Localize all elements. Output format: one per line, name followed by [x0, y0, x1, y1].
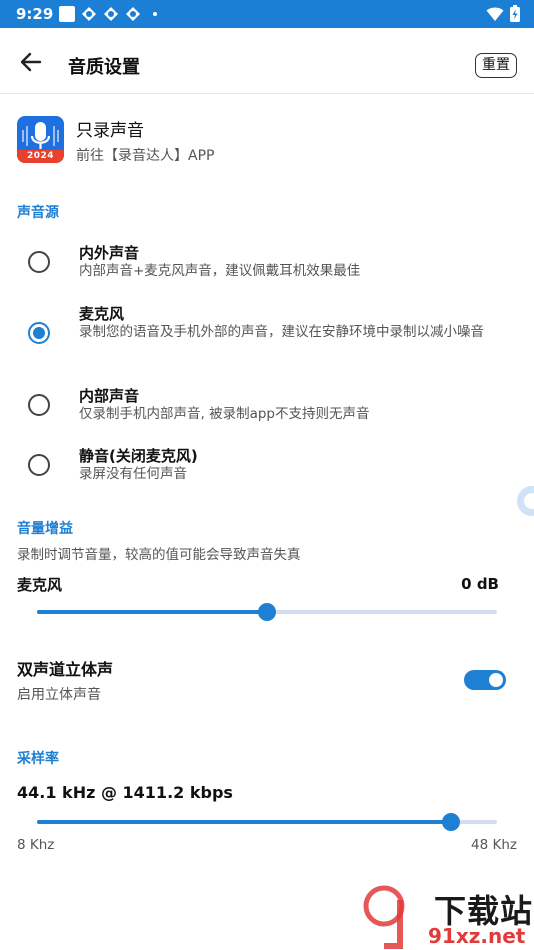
battery-icon: [510, 5, 520, 22]
notification-app-icon: [104, 7, 118, 21]
source-option-desc: 录屏没有任何声音: [79, 466, 187, 482]
back-arrow-icon[interactable]: [16, 50, 46, 74]
watermark-logo-icon: [363, 885, 405, 949]
more-notifications-dot-icon: [153, 12, 157, 16]
source-option-desc: 仅录制手机内部声音, 被录制app不支持则无声音: [79, 406, 370, 422]
sample-rate-heading: 采样率: [17, 751, 59, 767]
toggle-knob: [489, 673, 503, 687]
source-radio[interactable]: [28, 251, 50, 273]
source-option-title: 内外声音: [79, 244, 140, 262]
source-option-desc: 内部声音+麦克风声音，建议佩戴耳机效果最佳: [79, 263, 361, 279]
site-watermark: 下载站 91xz.net: [362, 880, 534, 950]
notification-app-icon: [126, 7, 140, 21]
page-title: 音质设置: [68, 57, 140, 78]
notification-app-icon: [82, 7, 96, 21]
sample-rate-max-label: 48 Khz: [471, 837, 517, 853]
source-option-title: 静音(关闭麦克风): [79, 447, 198, 465]
promo-banner[interactable]: 2024 只录声音 前往【录音达人】APP: [0, 110, 534, 170]
mic-gain-label: 麦克风: [17, 576, 63, 594]
source-option-desc: 录制您的语音及手机外部的声音，建议在安静环境中录制以减小噪音: [79, 324, 484, 340]
slider-fill: [37, 610, 267, 614]
source-option-title: 内部声音: [79, 387, 140, 405]
promo-subtitle: 前往【录音达人】APP: [76, 148, 215, 164]
volume-gain-heading: 音量增益: [17, 521, 73, 537]
mic-gain-value: 0 dB: [461, 575, 499, 593]
reset-button[interactable]: 重置: [475, 53, 517, 78]
sample-rate-value: 44.1 kHz @ 1411.2 kbps: [17, 783, 233, 802]
stereo-title: 双声道立体声: [17, 660, 114, 679]
app-bar: 音质设置 重置: [0, 28, 534, 94]
notification-square-icon: [59, 6, 75, 22]
source-radio[interactable]: [28, 394, 50, 416]
status-time: 9:29: [16, 5, 54, 23]
stereo-subtitle: 启用立体声音: [17, 687, 101, 703]
sample-rate-slider[interactable]: [37, 813, 497, 831]
logo-year-text: 2024: [26, 151, 55, 161]
notification-icons: [59, 6, 157, 22]
source-radio[interactable]: [28, 454, 50, 476]
volume-gain-desc: 录制时调节音量，较高的值可能会导致声音失真: [17, 547, 301, 563]
slider-fill: [37, 820, 451, 824]
slider-thumb[interactable]: [442, 813, 460, 831]
wifi-icon: [486, 7, 504, 21]
floating-ball-icon[interactable]: [517, 486, 534, 516]
sample-rate-min-label: 8 Khz: [17, 837, 55, 853]
promo-title: 只录声音: [76, 121, 144, 141]
watermark-url: 91xz.net: [428, 924, 526, 948]
sound-source-heading: 声音源: [17, 205, 59, 221]
recorder-app-logo: 2024: [17, 116, 64, 163]
stereo-toggle[interactable]: [464, 670, 506, 690]
mic-gain-slider[interactable]: [37, 603, 497, 621]
source-radio[interactable]: [28, 322, 50, 344]
status-bar: 9:29: [0, 0, 534, 28]
source-option-title: 麦克风: [79, 305, 125, 323]
slider-thumb[interactable]: [258, 603, 276, 621]
